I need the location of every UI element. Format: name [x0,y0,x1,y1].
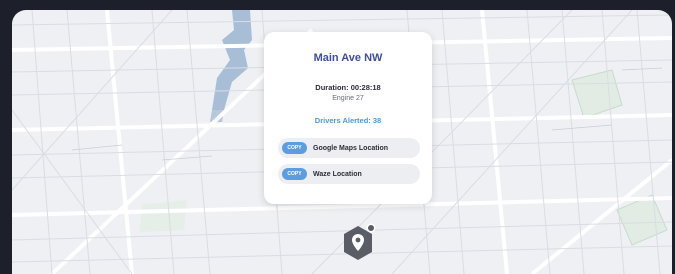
copy-label: Waze Location [313,170,362,178]
copy-badge: COPY [282,168,307,180]
incident-popup: Main Ave NW Duration: 00:28:18 Engine 27… [264,32,432,204]
duration-text: Duration: 00:28:18 [315,83,381,92]
copy-label: Google Maps Location [313,144,389,152]
copy-waze-button[interactable]: COPY Waze Location [278,164,420,184]
unit-text: Engine 27 [332,95,364,102]
popup-title: Main Ave NW [313,52,383,64]
location-pin-icon[interactable] [342,222,382,268]
copy-badge: COPY [282,142,307,154]
copy-google-maps-button[interactable]: COPY Google Maps Location [278,138,420,158]
drivers-alerted-text: Drivers Alerted: 38 [314,116,382,125]
app-frame: Main Ave NW Duration: 00:28:18 Engine 27… [0,0,675,274]
